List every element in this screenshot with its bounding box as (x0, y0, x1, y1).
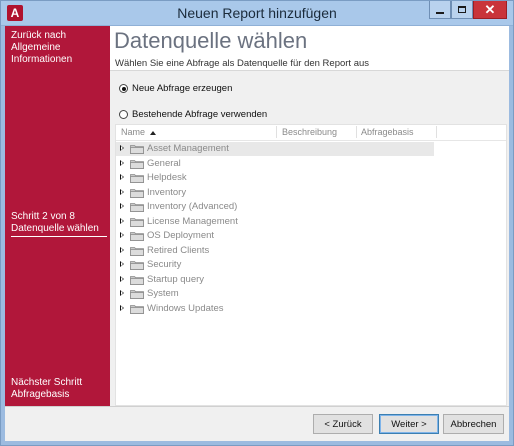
list-item[interactable]: Inventory (116, 186, 506, 200)
maximize-icon (458, 6, 466, 13)
next-step-link[interactable]: Nächster Schritt Abfragebasis (11, 377, 106, 401)
list-item[interactable]: License Management (116, 215, 506, 229)
maximize-button[interactable] (451, 1, 473, 19)
dialog-content: Zurück nach Allgemeine Informationen Sch… (5, 26, 509, 441)
folder-icon (130, 275, 144, 285)
expand-arrow-icon[interactable] (120, 290, 124, 296)
list-item-label: Inventory (Advanced) (147, 201, 238, 212)
list-item[interactable]: Retired Clients (116, 244, 506, 258)
list-item[interactable]: Helpdesk (116, 171, 506, 185)
column-divider[interactable] (436, 126, 437, 138)
radio-new-query-label: Neue Abfrage erzeugen (132, 83, 233, 94)
query-tree-list[interactable]: Name Beschreibung Abfragebasis Asset Man… (115, 124, 507, 406)
radio-existing-query-label: Bestehende Abfrage verwenden (132, 109, 268, 120)
wizard-main: Datenquelle wählen Wählen Sie eine Abfra… (110, 26, 509, 406)
folder-icon (130, 289, 144, 300)
list-item-label: Startup query (147, 273, 205, 285)
list-item-label: Helpdesk (147, 172, 187, 183)
column-divider[interactable] (276, 126, 277, 138)
wizard-sidebar: Zurück nach Allgemeine Informationen Sch… (5, 26, 110, 406)
cancel-button[interactable]: Abbrechen (443, 414, 504, 434)
current-step: Schritt 2 von 8 Datenquelle wählen (11, 211, 106, 235)
column-header-name[interactable]: Name (121, 127, 157, 137)
dialog-window: A Neuen Report hinzufügen ✕ Zurück nach … (0, 0, 514, 446)
list-item-label: License Management (147, 215, 238, 227)
sort-ascending-icon (150, 130, 157, 135)
list-item[interactable]: Asset Management (116, 142, 434, 156)
current-step-underline (11, 236, 107, 237)
folder-icon (130, 304, 144, 314)
list-item[interactable]: OS Deployment (116, 229, 506, 243)
folder-icon (130, 188, 144, 198)
list-item-label: Windows Updates (147, 302, 224, 314)
list-item[interactable]: Inventory (Advanced) (116, 200, 506, 214)
expand-arrow-icon[interactable] (120, 188, 124, 195)
back-button[interactable]: < Zurück (313, 414, 373, 434)
expand-arrow-icon[interactable] (120, 174, 124, 180)
back-step-link[interactable]: Zurück nach Allgemeine Informationen (11, 30, 106, 66)
folder-icon (130, 202, 144, 213)
expand-arrow-icon[interactable] (120, 203, 124, 209)
list-item-label: Asset Management (147, 143, 229, 154)
list-item-label: Inventory (147, 186, 187, 198)
list-item[interactable]: Security (116, 258, 506, 272)
radio-button-checked[interactable] (119, 84, 128, 93)
list-item-label: OS Deployment (147, 230, 215, 241)
minimize-icon (436, 11, 444, 14)
folder-icon (130, 144, 144, 155)
expand-arrow-icon[interactable] (120, 145, 124, 151)
list-item-label: System (147, 288, 179, 299)
close-button[interactable]: ✕ (473, 1, 507, 19)
next-step-label: Nächster Schritt (11, 377, 83, 388)
folder-icon (130, 159, 144, 169)
page-subtitle: Wählen Sie eine Abfrage als Datenquelle … (115, 58, 370, 69)
button-bar: < Zurück Weiter > Abbrechen (5, 406, 509, 441)
list-item-label: Retired Clients (147, 244, 210, 256)
list-item[interactable]: Startup query (116, 273, 506, 287)
expand-arrow-icon[interactable] (120, 246, 124, 253)
expand-arrow-icon[interactable] (120, 261, 124, 267)
minimize-button[interactable] (429, 1, 451, 19)
radio-existing-query[interactable]: Bestehende Abfrage verwenden (119, 109, 267, 120)
radio-new-query[interactable]: Neue Abfrage erzeugen (119, 83, 232, 94)
expand-arrow-icon[interactable] (120, 304, 124, 311)
list-item-label: General (147, 157, 181, 169)
folder-icon (130, 246, 144, 256)
column-header-description[interactable]: Beschreibung (282, 127, 337, 137)
list-header: Name Beschreibung Abfragebasis (116, 125, 506, 141)
expand-arrow-icon[interactable] (120, 217, 124, 224)
close-icon: ✕ (484, 2, 496, 17)
folder-icon (130, 217, 144, 227)
expand-arrow-icon[interactable] (120, 159, 124, 166)
list-item[interactable]: Windows Updates (116, 302, 506, 316)
column-divider[interactable] (356, 126, 357, 138)
column-header-query-base[interactable]: Abfragebasis (361, 127, 414, 137)
current-step-number: Schritt 2 von 8 (11, 211, 75, 222)
title-bar[interactable]: A Neuen Report hinzufügen ✕ (1, 1, 513, 26)
list-item-label: Security (147, 259, 182, 270)
next-button[interactable]: Weiter > (379, 414, 439, 434)
page-title: Datenquelle wählen (114, 28, 308, 53)
radio-button-unchecked[interactable] (119, 110, 128, 119)
page-header: Datenquelle wählen Wählen Sie eine Abfra… (110, 26, 509, 71)
expand-arrow-icon[interactable] (120, 232, 124, 238)
folder-icon (130, 260, 144, 271)
list-item[interactable]: General (116, 157, 506, 171)
expand-arrow-icon[interactable] (120, 275, 124, 282)
next-step-name: Abfragebasis (11, 389, 70, 400)
list-item[interactable]: System (116, 287, 506, 301)
folder-icon (130, 231, 144, 242)
current-step-name: Datenquelle wählen (11, 223, 99, 234)
folder-icon (130, 173, 144, 184)
